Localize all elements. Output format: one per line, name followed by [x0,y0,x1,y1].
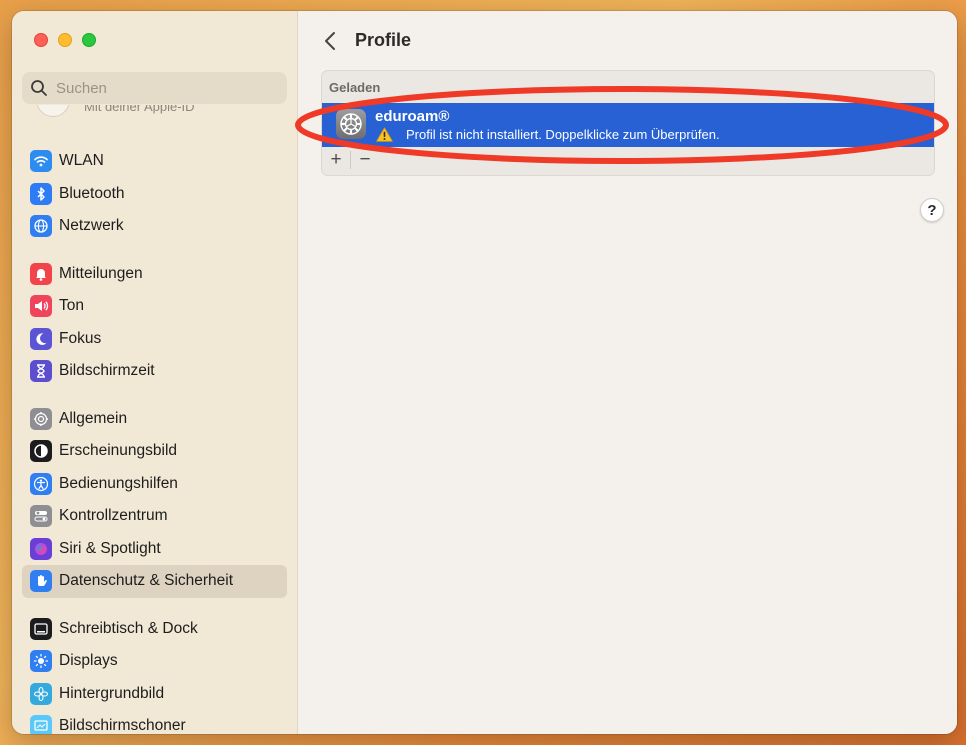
back-button[interactable] [321,29,341,53]
sidebar-item-label: Ton [59,297,84,315]
sun-icon [30,650,52,673]
sidebar-item-bildschirmschoner[interactable]: Bildschirmschoner [22,710,287,734]
sidebar-item-datenschutz-sicherheit[interactable]: Datenschutz & Sicherheit [22,565,287,598]
remove-button[interactable]: − [351,148,379,172]
profile-status: Profil ist nicht installiert. Doppelklic… [406,127,720,142]
apple-id-label: Mit deiner Apple-ID [84,105,195,114]
main-content: Profile Geladen eduroam® Profil ist nich… [299,11,957,734]
sidebar-item-wlan[interactable]: WLAN [22,145,287,178]
sidebar-item-erscheinungsbild[interactable]: Erscheinungsbild [22,435,287,468]
sidebar-item-netzwerk[interactable]: Netzwerk [22,210,287,243]
wifi-icon [30,150,52,173]
warning-icon [376,127,393,142]
zoom-button[interactable] [82,33,96,47]
appearance-icon [30,440,52,463]
gear-icon [30,407,52,430]
sidebar-item-kontrollzentrum[interactable]: Kontrollzentrum [22,500,287,533]
bell-icon [30,262,52,285]
sidebar-item-label: Erscheinungsbild [59,442,178,460]
sidebar-item-label: WLAN [59,152,104,170]
minimize-button[interactable] [58,33,72,47]
profile-row[interactable]: eduroam® Profil ist nicht installiert. D… [322,103,934,147]
apple-id-item[interactable]: Mit deiner Apple-ID [34,105,284,123]
sidebar-item-fokus[interactable]: Fokus [22,323,287,356]
sidebar-item-displays[interactable]: Displays [22,645,287,678]
siri-icon [30,537,52,560]
list-toolbar: + − [322,145,934,175]
section-header: Geladen [329,80,381,95]
hand-icon [30,570,52,593]
moon-icon [30,327,52,350]
sidebar-item-schreibtisch-dock[interactable]: Schreibtisch & Dock [22,613,287,646]
add-button[interactable]: + [322,148,350,172]
close-button[interactable] [34,33,48,47]
sidebar-item-siri-spotlight[interactable]: Siri & Spotlight [22,533,287,566]
sidebar-item-mitteilungen[interactable]: Mitteilungen [22,258,287,291]
traffic-lights [34,33,96,47]
screensaver-icon [30,715,52,734]
sidebar-nav: WLAN Bluetooth Netzwerk Mitteilungen Ton Foku… [22,145,287,734]
page-title: Profile [355,30,412,50]
dock-icon [30,617,52,640]
avatar [36,105,70,117]
profile-name: eduroam® [375,108,450,125]
bluetooth-icon [30,182,52,205]
nav-group-spacer [22,243,287,258]
sidebar-item-bedienungshilfen[interactable]: Bedienungshilfen [22,468,287,501]
sidebar-item-hintergrundbild[interactable]: Hintergrundbild [22,678,287,711]
sidebar-item-ton[interactable]: Ton [22,290,287,323]
toggles-icon [30,505,52,528]
sidebar-item-label: Datenschutz & Sicherheit [59,572,234,590]
sidebar-item-label: Bildschirmzeit [59,362,155,380]
sidebar-item-bluetooth[interactable]: Bluetooth [22,178,287,211]
sidebar-item-label: Allgemein [59,409,128,427]
sidebar-item-label: Mitteilungen [59,264,143,282]
speaker-icon [30,295,52,318]
search-field[interactable] [22,72,287,104]
sidebar-item-label: Fokus [59,329,102,347]
hourglass-icon [30,360,52,383]
sidebar-item-label: Displays [59,652,118,670]
profile-gear-icon [336,109,366,139]
nav-group-spacer [22,388,287,403]
search-icon [31,80,47,96]
globe-icon [30,215,52,238]
sidebar-item-label: Bildschirmschoner [59,717,186,734]
sidebar-item-label: Hintergrundbild [59,684,165,702]
settings-window: Mit deiner Apple-ID WLAN Bluetooth Netzwer… [12,11,957,734]
nav-group-spacer [22,598,287,613]
chevron-left-icon [325,32,335,50]
sidebar-item-allgemein[interactable]: Allgemein [22,403,287,436]
sidebar-item-label: Siri & Spotlight [59,539,161,557]
sidebar-item-bildschirmzeit[interactable]: Bildschirmzeit [22,355,287,388]
sidebar-item-label: Netzwerk [59,217,124,235]
profiles-panel: Geladen eduroam® Profil ist nicht instal… [321,70,935,176]
sidebar-item-label: Bluetooth [59,184,125,202]
sidebar: Mit deiner Apple-ID WLAN Bluetooth Netzwer… [12,11,298,734]
sidebar-item-label: Schreibtisch & Dock [59,619,198,637]
sidebar-item-label: Kontrollzentrum [59,507,168,525]
flower-icon [30,682,52,705]
help-button[interactable]: ? [920,198,944,222]
accessibility-icon [30,472,52,495]
sidebar-item-label: Bedienungshilfen [59,474,178,492]
search-input[interactable] [56,79,266,97]
